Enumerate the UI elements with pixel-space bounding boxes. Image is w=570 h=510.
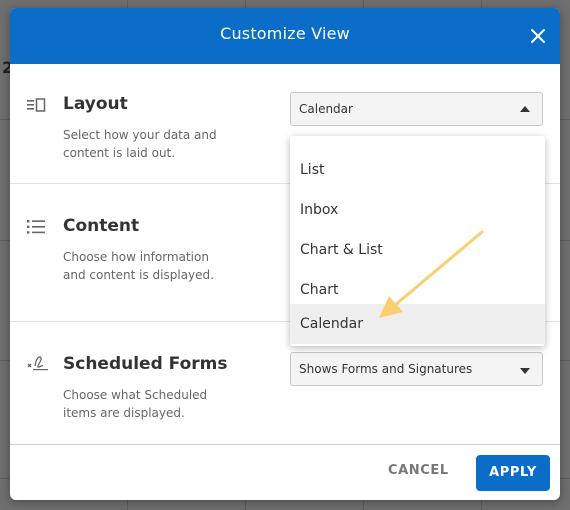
dropdown-option-chart-list[interactable]: Chart & List [290,230,545,270]
content-title: Content [63,216,140,236]
customize-view-modal: Customize View Layout Select how your da… [10,8,560,500]
layout-title: Layout [63,94,128,114]
scheduled-forms-select-value: Shows Forms and Signatures [299,362,473,376]
list-icon [26,217,48,237]
dropdown-option-inbox[interactable]: Inbox [290,190,545,230]
scheduled-forms-title: Scheduled Forms [63,354,228,374]
cancel-button[interactable]: CANCEL [388,463,449,478]
layout-select-value: Calendar [299,102,353,116]
chevron-up-icon [520,106,530,112]
modal-footer: CANCEL APPLY [10,444,560,500]
layout-description: Select how your data and content is laid… [63,128,217,160]
modal-header: Customize View [10,8,560,64]
modal-title: Customize View [220,24,350,43]
chevron-down-icon [520,368,530,374]
layout-icon [26,96,48,116]
close-icon[interactable] [528,26,548,46]
scheduled-forms-description: Choose what Scheduled items are displaye… [63,388,208,420]
signature-icon [26,352,48,372]
dropdown-option-list[interactable]: List [290,150,545,190]
layout-dropdown-menu: List Inbox Chart & List Chart Calendar [290,136,545,346]
dropdown-option-calendar[interactable]: Calendar [290,304,545,344]
layout-select[interactable]: Calendar [290,92,543,126]
apply-button[interactable]: APPLY [476,455,550,491]
content-description: Choose how information and content is di… [63,250,214,282]
scheduled-forms-select[interactable]: Shows Forms and Signatures [290,352,543,386]
